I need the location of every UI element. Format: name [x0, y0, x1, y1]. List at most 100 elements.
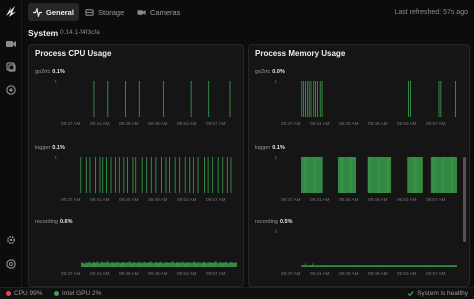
bar	[126, 262, 127, 267]
bar	[444, 157, 446, 193]
bar	[453, 265, 455, 267]
bar	[160, 157, 162, 193]
bar	[327, 265, 328, 267]
bar	[355, 265, 357, 267]
bar	[186, 262, 188, 267]
bar	[136, 262, 137, 267]
bar	[342, 157, 344, 193]
panel-cpu-usage: Process CPU Usage go2rtc 0.1% 1 09:37 AM 09…	[28, 44, 244, 287]
bar	[116, 262, 117, 267]
bar	[141, 157, 143, 193]
x-tick-label: 09:49 AM	[148, 197, 168, 202]
bar	[315, 265, 317, 267]
x-tick-label: 09:37 AM	[61, 197, 81, 202]
bar	[301, 265, 303, 267]
chart-label: logger 0.1%	[35, 145, 65, 151]
bar	[337, 157, 339, 193]
bar	[231, 262, 233, 267]
bar	[181, 262, 182, 267]
bar	[369, 265, 371, 267]
bar	[402, 265, 404, 267]
bar	[354, 265, 356, 267]
bar	[212, 262, 214, 267]
help-icon[interactable]	[5, 258, 17, 270]
bar	[448, 265, 450, 267]
bar	[321, 81, 323, 117]
bar	[315, 81, 317, 117]
bar	[104, 262, 106, 267]
bar	[434, 157, 436, 193]
bar	[437, 265, 439, 267]
bar	[347, 265, 349, 267]
bar	[85, 262, 87, 267]
bar	[376, 157, 378, 193]
bar	[445, 265, 447, 267]
bar	[171, 262, 172, 267]
bar	[301, 157, 302, 193]
bar	[322, 265, 324, 267]
video-icon[interactable]	[5, 38, 17, 50]
bar	[132, 262, 134, 267]
bar	[388, 157, 390, 193]
bar	[96, 262, 98, 267]
tab-general[interactable]: General	[28, 3, 79, 21]
bar	[302, 265, 304, 267]
bar	[311, 157, 313, 193]
bar	[375, 265, 377, 267]
bar	[360, 265, 362, 267]
chart-recording-memory: 2 09:37 AM 09:41 AM 09:45 AM 09:49 AM 09:53 A…	[274, 229, 457, 276]
tab-cameras[interactable]: Cameras	[132, 3, 185, 21]
bar	[413, 157, 415, 193]
bar	[340, 157, 342, 193]
x-tick-label: 09:45 AM	[339, 121, 359, 126]
chart-logger-cpu: 1 09:37 AM 09:41 AM 09:45 AM 09:49 AM 09:53 A…	[54, 155, 232, 202]
bar	[359, 265, 361, 267]
bar	[304, 265, 305, 267]
bar	[443, 265, 444, 267]
bar	[313, 265, 315, 267]
chart-go2rtc-memory: 1 09:37 AM 09:41 AM 09:45 AM 09:49 AM 09:53 A…	[274, 79, 456, 126]
bar	[128, 261, 130, 267]
bar	[234, 262, 236, 267]
bar	[435, 157, 437, 193]
tab-storage-label: Storage	[98, 7, 125, 17]
x-tick-label: 09:37 AM	[61, 121, 81, 126]
panel-scrollbar[interactable]	[463, 157, 466, 242]
bar	[396, 265, 398, 267]
bar	[437, 157, 438, 193]
app-logo[interactable]	[4, 4, 18, 18]
bar	[408, 81, 410, 117]
bar	[441, 265, 443, 267]
bar	[353, 157, 355, 193]
x-tick-label: 09:45 AM	[339, 197, 359, 202]
bar	[378, 265, 380, 267]
bar	[135, 157, 137, 193]
bar	[229, 262, 231, 267]
bar	[385, 157, 387, 193]
bar	[369, 157, 371, 193]
bar	[415, 265, 417, 267]
chart-process-value: 0.1%	[52, 145, 65, 151]
bar	[318, 265, 320, 267]
bar	[450, 265, 452, 267]
bar	[319, 81, 321, 117]
bar	[438, 157, 440, 193]
library-icon[interactable]	[5, 61, 17, 73]
tab-storage[interactable]: Storage	[80, 3, 129, 21]
bar	[378, 157, 380, 193]
bar	[147, 262, 149, 267]
bar	[432, 157, 434, 193]
bar	[455, 265, 456, 267]
explore-icon[interactable]	[5, 84, 17, 96]
bar	[424, 265, 426, 267]
health-status[interactable]: System is healthy	[407, 290, 468, 297]
bar	[143, 262, 145, 267]
bar	[198, 262, 200, 267]
bar	[301, 81, 303, 117]
bar	[99, 262, 101, 267]
bar	[447, 157, 448, 193]
bar	[217, 157, 219, 193]
bar	[310, 265, 312, 267]
settings-icon[interactable]	[5, 234, 17, 246]
chart-process-name: logger	[35, 145, 51, 151]
